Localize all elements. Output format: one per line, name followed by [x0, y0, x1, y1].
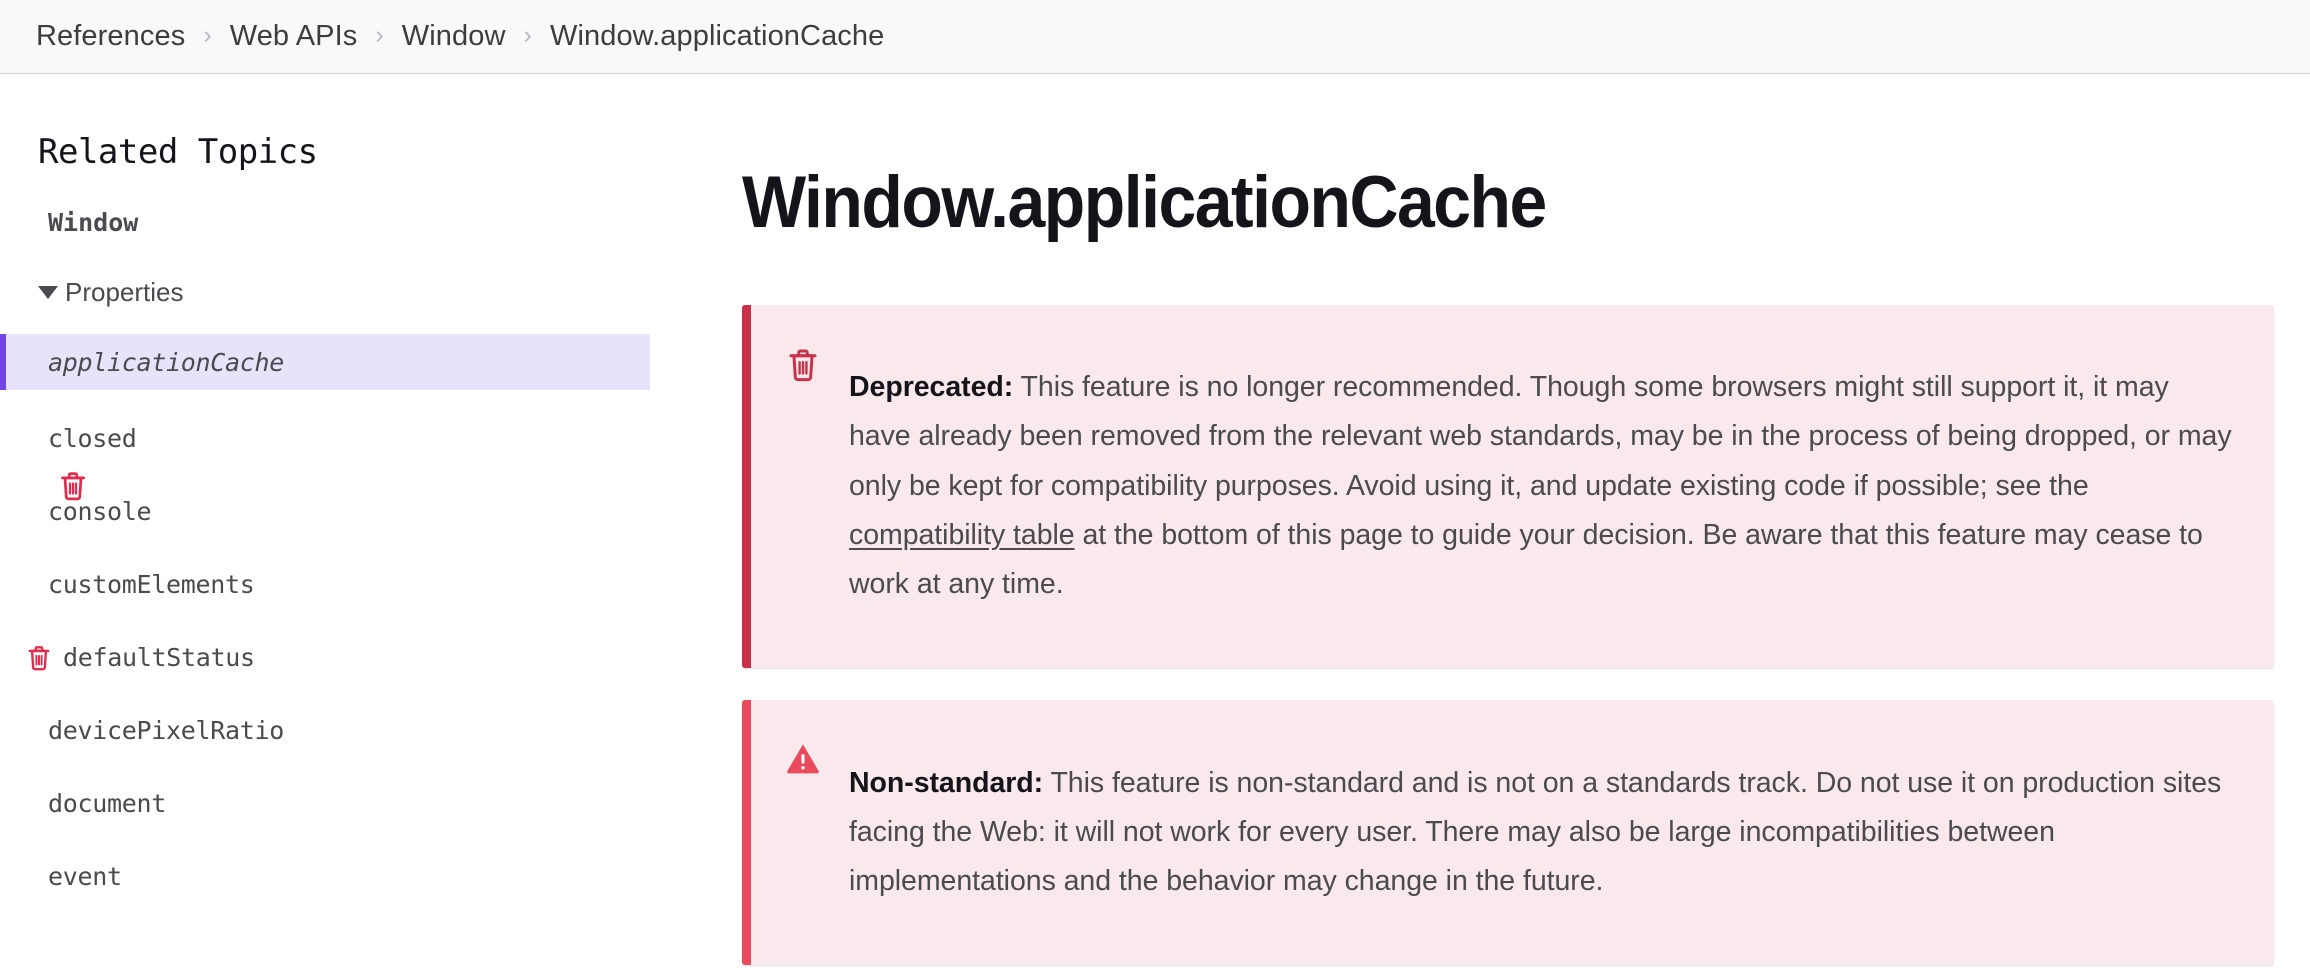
sidebar-item-customelements[interactable]: customElements — [0, 560, 700, 609]
page-body: Related Topics Window Properties applica… — [0, 74, 2310, 980]
nonstandard-notice: Non-standard: This feature is non-standa… — [742, 700, 2274, 966]
sidebar-title: Related Topics — [38, 132, 318, 172]
sidebar-item-label: console — [48, 497, 152, 526]
sidebar-item-label: customElements — [48, 570, 255, 599]
compatibility-table-link[interactable]: compatibility table — [849, 519, 1075, 551]
deprecated-label: Deprecated: — [849, 371, 1014, 404]
sidebar-item-event[interactable]: event — [0, 852, 700, 901]
page-title: Window.applicationCache — [742, 162, 1547, 243]
trash-icon — [26, 643, 52, 673]
sidebar-section-properties[interactable]: Properties — [0, 277, 700, 308]
sidebar-item-defaultstatus[interactable]: defaultStatus — [0, 633, 700, 682]
sidebar-section-label: Properties — [65, 277, 184, 307]
deprecated-notice-text: Deprecated: This feature is no longer re… — [849, 363, 2238, 609]
sidebar-item-closed[interactable]: closed — [0, 414, 700, 463]
breadcrumb-separator-icon: › — [375, 21, 384, 49]
sidebar-item-label: devicePixelRatio — [48, 716, 285, 745]
breadcrumb-item-window[interactable]: Window — [402, 20, 506, 53]
sidebar-item-label: defaultStatus — [63, 643, 255, 672]
sidebar-item-label: document — [48, 789, 167, 818]
sidebar-item-label: applicationCache — [48, 347, 285, 377]
breadcrumb-item-references[interactable]: References — [36, 20, 185, 53]
breadcrumb-separator-icon: › — [203, 21, 212, 49]
sidebar-item-applicationcache[interactable]: applicationCache — [0, 334, 650, 390]
breadcrumb-item-web-apis[interactable]: Web APIs — [230, 20, 358, 53]
sidebar-item-console[interactable]: console — [0, 487, 700, 536]
sidebar-item-document[interactable]: document — [0, 779, 700, 828]
breadcrumb: References › Web APIs › Window › Window.… — [36, 20, 884, 53]
deprecated-text-part1: This feature is no longer recommended. T… — [849, 371, 2232, 502]
warning-triangle-icon — [781, 730, 825, 775]
sidebar-item-devicepixelratio[interactable]: devicePixelRatio — [0, 706, 700, 755]
trash-icon — [781, 335, 825, 384]
triangle-down-icon — [38, 286, 58, 299]
breadcrumb-bar: References › Web APIs › Window › Window.… — [0, 0, 2310, 74]
sidebar-properties-list: applicationCache closed console customEl… — [0, 334, 700, 901]
breadcrumb-item-current: Window.applicationCache — [549, 20, 885, 52]
related-topics-sidebar: Related Topics Window Properties applica… — [0, 74, 700, 980]
sidebar-item-label: event — [48, 862, 122, 891]
sidebar-item-label: closed — [48, 424, 137, 453]
deprecated-notice: Deprecated: This feature is no longer re… — [742, 304, 2274, 669]
main-content: Window.applicationCache Deprecated: This… — [700, 74, 2310, 980]
nonstandard-text: This feature is non-standard and is not … — [849, 766, 2222, 898]
breadcrumb-separator-icon: › — [523, 21, 532, 49]
nonstandard-notice-text: Non-standard: This feature is non-standa… — [849, 759, 2238, 907]
sidebar-group-window[interactable]: Window — [0, 208, 700, 237]
nonstandard-label: Non-standard: — [849, 766, 1044, 799]
